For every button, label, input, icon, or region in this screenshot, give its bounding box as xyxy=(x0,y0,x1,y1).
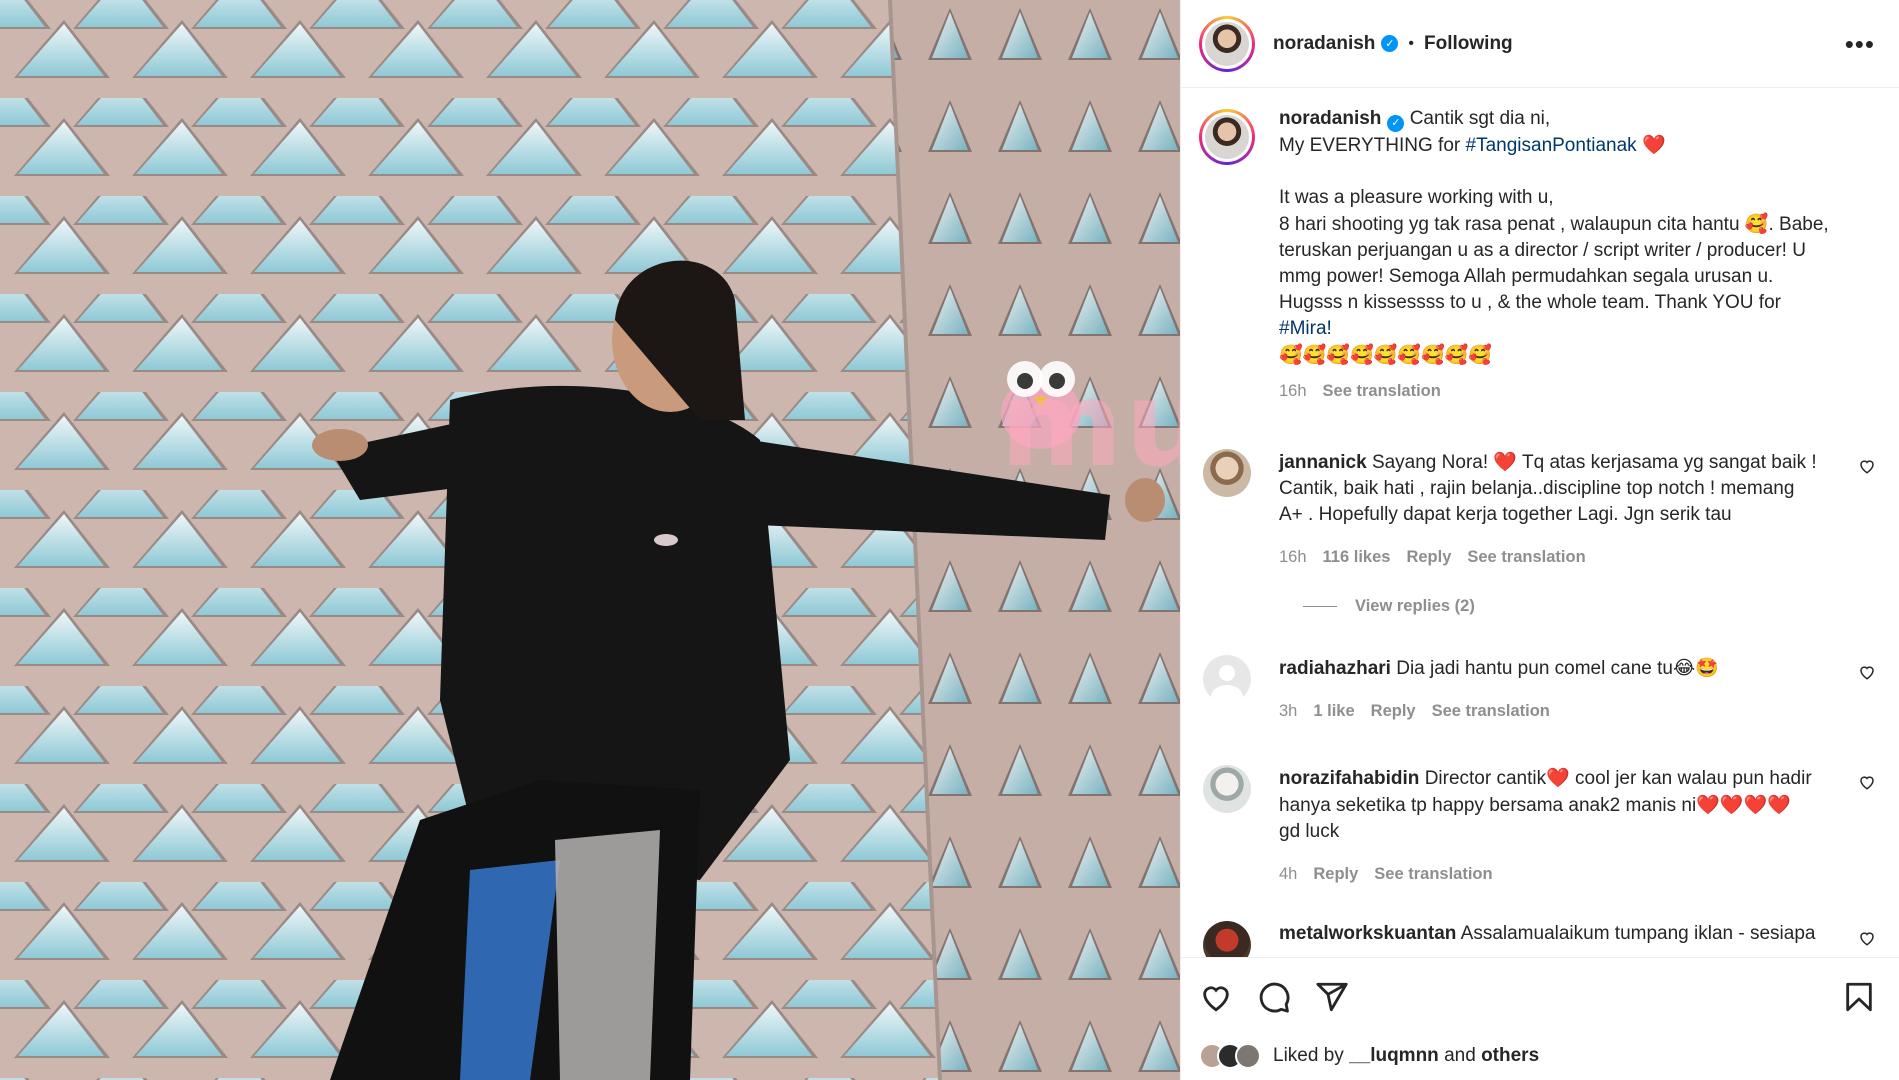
comment-text-line2: Cantik, baik hati , rajin belanja..disci… xyxy=(1279,478,1795,499)
post-viewer: murai noradanish ✓ • Following ••• xyxy=(0,0,1899,1080)
hashtag-tangisanpontianak[interactable]: #TangisanPontianak xyxy=(1466,135,1637,156)
comments-feed[interactable]: noradanish ✓ Cantik sgt dia ni, My EVERYT… xyxy=(1181,89,1899,957)
see-translation-button[interactable]: See translation xyxy=(1374,861,1492,887)
liker-avatars[interactable] xyxy=(1199,1043,1261,1069)
wall-background xyxy=(0,0,1180,1080)
comment-meta: 16h 116 likes Reply See translation xyxy=(1279,544,1836,570)
liked-by-row: Liked by __luqmnn and others xyxy=(1199,1043,1539,1069)
comment-username[interactable]: radiahazhari xyxy=(1279,658,1391,679)
comment-text-2: cool jer kan walau pun hadir xyxy=(1569,768,1812,789)
comment-like-heart-icon[interactable] xyxy=(1858,929,1876,947)
red-hearts-emoji: ❤️❤️❤️❤️ xyxy=(1696,794,1791,816)
comment-username[interactable]: norazifahabidin xyxy=(1279,768,1419,789)
caption-para-a: It was a pleasure working with u, xyxy=(1279,187,1554,208)
liked-by-user[interactable]: __luqmnn xyxy=(1349,1045,1439,1067)
view-replies-label[interactable]: View replies (2) xyxy=(1355,597,1475,616)
post-actions-bar: Liked by __luqmnn and others xyxy=(1181,957,1899,1080)
caption-meta: 16h See translation xyxy=(1279,378,1876,404)
liked-by-mid: and xyxy=(1444,1045,1476,1066)
post-side-panel: noradanish ✓ • Following ••• noradanish ✓… xyxy=(1180,0,1899,1080)
comment-metalworkskuantan: metalworkskuantan Assalamualaikum tumpan… xyxy=(1199,921,1876,957)
caption-para-b1: 8 hari shooting yg tak rasa penat , wala… xyxy=(1279,214,1745,235)
caption-username[interactable]: noradanish xyxy=(1279,108,1381,129)
caption-line-2: My EVERYTHING for xyxy=(1279,135,1466,156)
liked-by-others[interactable]: others xyxy=(1481,1045,1539,1067)
commenter-avatar[interactable] xyxy=(1203,765,1251,813)
bookmark-icon[interactable] xyxy=(1842,980,1876,1014)
comment-text-1: Sayang Nora! xyxy=(1371,452,1494,473)
author-username[interactable]: noradanish xyxy=(1273,33,1375,55)
comment-text-line2: hanya seketika tp happy bersama anak2 ma… xyxy=(1279,795,1697,816)
comment-username[interactable]: metalworkskuantan xyxy=(1279,923,1456,944)
author-avatar[interactable] xyxy=(1199,15,1255,72)
comment-radiahazhari: radiahazhari Dia jadi hantu pun comel ca… xyxy=(1199,655,1876,724)
caption-avatar[interactable] xyxy=(1199,109,1255,165)
comment-icon[interactable] xyxy=(1257,980,1291,1014)
post-media[interactable]: murai xyxy=(0,0,1180,1080)
comment-text-line3: gd luck xyxy=(1279,821,1340,842)
reply-button[interactable]: Reply xyxy=(1371,698,1416,724)
more-options-icon[interactable]: ••• xyxy=(1845,31,1875,57)
comment-like-heart-icon[interactable] xyxy=(1858,457,1876,475)
comment-body: metalworkskuantan Assalamualaikum tumpan… xyxy=(1279,921,1836,957)
see-translation-button[interactable]: See translation xyxy=(1467,544,1585,570)
red-heart-emoji: ❤️ xyxy=(1641,134,1666,156)
comment-text-line3: A+ . Hopefully dapat kerja together Lagi… xyxy=(1279,504,1732,525)
liked-by-prefix: Liked by xyxy=(1273,1045,1344,1066)
see-translation-button[interactable]: See translation xyxy=(1432,698,1550,724)
commenter-avatar[interactable] xyxy=(1203,921,1251,957)
caption-see-translation[interactable]: See translation xyxy=(1323,378,1441,404)
comment-meta: 3h 1 like Reply See translation xyxy=(1279,698,1836,724)
comment-time: 4h xyxy=(1279,865,1298,883)
caption-para-c: teruskan perjuangan u as a director / sc… xyxy=(1279,240,1806,261)
caption-para-b2: . Babe, xyxy=(1768,214,1829,235)
comment-jannanick: jannanick Sayang Nora! ❤️ Tq atas kerjas… xyxy=(1199,449,1876,570)
reply-button[interactable]: Reply xyxy=(1313,861,1358,887)
comment-body: norazifahabidin Director cantik❤️ cool j… xyxy=(1279,765,1836,887)
smiling-hearts-emoji: 🥰 xyxy=(1744,213,1769,235)
post-header: noradanish ✓ • Following ••• xyxy=(1181,0,1899,88)
comment-like-heart-icon[interactable] xyxy=(1858,663,1876,681)
comment-text: Dia jadi hantu pun comel cane tu xyxy=(1396,658,1673,679)
verified-badge-icon: ✓ xyxy=(1381,35,1399,52)
caption-para-d: mmg power! Semoga Allah permudahkan sega… xyxy=(1279,266,1774,287)
laughing-starstruck-emoji: 😂🤩 xyxy=(1672,657,1719,679)
comment-likes[interactable]: 116 likes xyxy=(1323,544,1391,570)
comment-body: jannanick Sayang Nora! ❤️ Tq atas kerjas… xyxy=(1279,449,1836,570)
comment-username[interactable]: jannanick xyxy=(1279,452,1367,473)
comment-meta: 4h Reply See translation xyxy=(1279,861,1836,887)
caption-para-e: Hugsss n kissessss to u , & the whole te… xyxy=(1279,292,1781,313)
red-heart-emoji: ❤️ xyxy=(1493,451,1518,473)
caption-emoji-row: 🥰🥰🥰🥰🥰🥰🥰🥰🥰 xyxy=(1279,344,1492,366)
comment-text: Assalamualaikum tumpang iklan - sesiapa xyxy=(1460,923,1816,944)
view-replies-button[interactable]: View replies (2) xyxy=(1303,597,1475,616)
comment-time: 16h xyxy=(1279,548,1307,566)
caption-time: 16h xyxy=(1279,382,1307,400)
share-icon[interactable] xyxy=(1315,980,1349,1014)
comment-norazifahabidin: norazifahabidin Director cantik❤️ cool j… xyxy=(1199,765,1876,887)
caption-body: noradanish ✓ Cantik sgt dia ni, My EVERYT… xyxy=(1279,106,1876,404)
header-separator: • xyxy=(1408,34,1415,52)
hashtag-mira[interactable]: #Mira! xyxy=(1279,316,1876,342)
red-heart-emoji: ❤️ xyxy=(1546,767,1570,789)
comment-body: radiahazhari Dia jadi hantu pun comel ca… xyxy=(1279,655,1836,724)
caption-line-1: Cantik sgt dia ni, xyxy=(1409,108,1551,129)
reply-button[interactable]: Reply xyxy=(1406,544,1451,570)
heart-icon[interactable] xyxy=(1199,980,1233,1014)
comment-like-heart-icon[interactable] xyxy=(1858,773,1876,791)
comment-time: 3h xyxy=(1279,702,1298,720)
caption-entry: noradanish ✓ Cantik sgt dia ni, My EVERYT… xyxy=(1199,106,1876,404)
comment-text-2: Tq atas kerjasama yg sangat baik ! xyxy=(1517,452,1817,473)
comment-likes[interactable]: 1 like xyxy=(1313,698,1354,724)
following-button[interactable]: Following xyxy=(1424,33,1513,55)
watermark-logo: murai xyxy=(1000,355,1180,493)
comment-text-1: Director cantik xyxy=(1424,768,1547,789)
caption-verified-icon: ✓ xyxy=(1387,114,1405,132)
commenter-avatar[interactable] xyxy=(1203,449,1251,497)
commenter-avatar[interactable] xyxy=(1203,655,1251,703)
